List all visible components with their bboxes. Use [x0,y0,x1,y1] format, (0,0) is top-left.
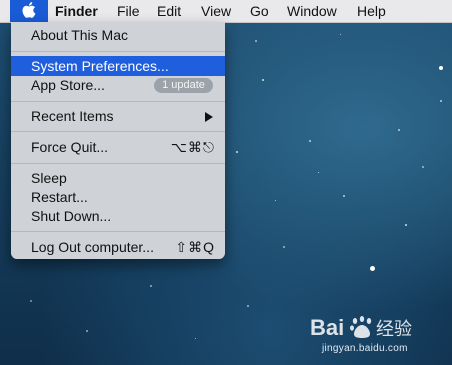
keyboard-shortcut: ⌥⌘⎋ [170,139,215,155]
menu-item-label: Sleep [31,170,67,186]
menu-window[interactable]: Window [287,3,337,19]
star [195,338,196,339]
menu-bar: Finder File Edit View Go Window Help [0,0,452,23]
menu-item-label: App Store... [31,77,105,93]
apple-menu-dropdown: About This Mac System Preferences... App… [11,22,225,259]
star [86,330,88,332]
menu-item-app-store[interactable]: App Store... 1 update [11,75,225,95]
star [440,100,442,102]
star [236,151,238,153]
menu-go[interactable]: Go [250,3,269,19]
submenu-arrow-icon [205,112,213,122]
star [343,195,345,197]
baidu-watermark: Bai 经验 jingyan.baidu.com [300,312,450,360]
apple-menu-button[interactable] [10,0,48,22]
menu-item-label: Restart... [31,189,88,205]
star [370,266,375,271]
baidu-logo-icon: Bai 经验 [310,315,412,340]
menu-item-shut-down[interactable]: Shut Down... [11,206,225,226]
star [318,172,319,173]
menu-help[interactable]: Help [357,3,386,19]
star [150,285,152,287]
star [275,200,276,201]
svg-text:经验: 经验 [376,319,412,340]
menu-separator [11,101,225,102]
menu-separator [11,163,225,164]
menu-item-label: About This Mac [31,27,129,43]
menu-item-label: Shut Down... [31,208,112,224]
star [283,246,285,248]
menu-item-log-out[interactable]: Log Out computer... ⇧⌘Q [11,237,225,257]
menu-separator [11,51,225,52]
star [309,140,311,142]
menu-separator [11,231,225,232]
menu-item-system-preferences[interactable]: System Preferences... [11,56,225,76]
menu-edit[interactable]: Edit [157,3,181,19]
menu-item-label: Force Quit... [31,139,109,155]
update-badge: 1 update [154,78,213,93]
star [422,166,424,168]
menu-item-recent-items[interactable]: Recent Items [11,106,225,126]
apple-logo-icon [22,1,36,21]
menu-item-label: System Preferences... [31,58,169,74]
menu-item-force-quit[interactable]: Force Quit... ⌥⌘⎋ [11,137,225,157]
star [340,34,341,35]
menu-item-label: Log Out computer... [31,239,154,255]
star [439,66,443,70]
star [262,79,264,81]
menu-separator [11,131,225,132]
menu-finder[interactable]: Finder [55,3,98,19]
star [255,40,257,42]
star [30,300,32,302]
menu-file[interactable]: File [117,3,140,19]
keyboard-shortcut: ⇧⌘Q [175,239,215,255]
menu-item-restart[interactable]: Restart... [11,187,225,207]
svg-text:Bai: Bai [310,315,344,340]
menu-item-label: Recent Items [31,108,114,124]
menu-item-sleep[interactable]: Sleep [11,168,225,188]
menu-item-about-this-mac[interactable]: About This Mac [11,25,225,45]
star [398,129,400,131]
watermark-url: jingyan.baidu.com [322,343,408,354]
star [405,224,407,226]
star [247,305,249,307]
menu-view[interactable]: View [201,3,231,19]
